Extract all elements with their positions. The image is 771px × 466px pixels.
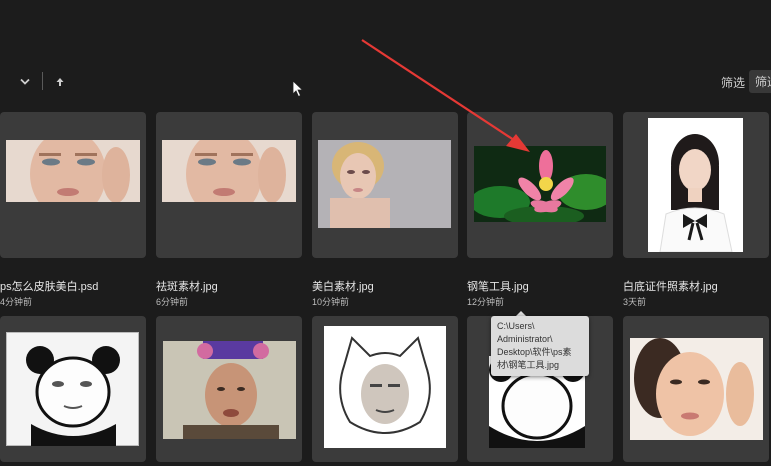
tooltip-line: Desktop\软件\ps素 xyxy=(497,347,572,357)
file-name: 祛斑素材.jpg xyxy=(156,281,218,293)
thumbnail-frame xyxy=(623,112,769,258)
cat-face-meme-thumbnail xyxy=(324,326,446,448)
lotus-thumbnail xyxy=(474,146,606,222)
portrait-thumbnail xyxy=(318,140,451,228)
tooltip-line: Administrator\ xyxy=(497,334,553,344)
thumbnail-frame xyxy=(156,112,302,258)
thumbnail-frame xyxy=(0,112,146,258)
tooltip-line: C:\Users\ xyxy=(497,321,535,331)
portrait-thumbnail xyxy=(162,140,296,202)
file-name: 美白素材.jpg xyxy=(312,281,374,293)
tooltip-line: 材\钢笔工具.jpg xyxy=(497,360,560,370)
thumbnail-frame xyxy=(312,112,458,258)
file-modified-time: 4分钟前 xyxy=(0,297,33,307)
thumbnail-frame xyxy=(467,112,613,258)
file-grid: ps怎么皮肤美白.psd 4分钟前 祛斑素材.jpg 6分钟前 美白素材.jpg… xyxy=(0,0,771,466)
file-modified-time: 10分钟前 xyxy=(312,297,350,307)
thumbnail-frame xyxy=(156,316,302,462)
file-modified-time: 6分钟前 xyxy=(156,297,189,307)
thumbnail-frame xyxy=(312,316,458,462)
file-name: ps怎么皮肤美白.psd xyxy=(0,281,99,293)
id-photo-thumbnail xyxy=(648,118,743,252)
file-modified-time: 12分钟前 xyxy=(467,297,505,307)
thumbnail-frame xyxy=(0,316,146,462)
file-name: 钢笔工具.jpg xyxy=(467,281,529,293)
costume-woman-thumbnail xyxy=(163,341,296,439)
file-name: 白底证件照素材.jpg xyxy=(623,281,718,293)
thumbnail-frame xyxy=(623,316,769,462)
file-modified-time: 3天前 xyxy=(623,297,647,307)
portrait-thumbnail xyxy=(6,140,140,202)
file-path-tooltip: C:\Users\ Administrator\ Desktop\软件\ps素 … xyxy=(491,316,589,376)
portrait-thumbnail xyxy=(630,338,763,440)
panda-meme-thumbnail xyxy=(6,332,139,446)
